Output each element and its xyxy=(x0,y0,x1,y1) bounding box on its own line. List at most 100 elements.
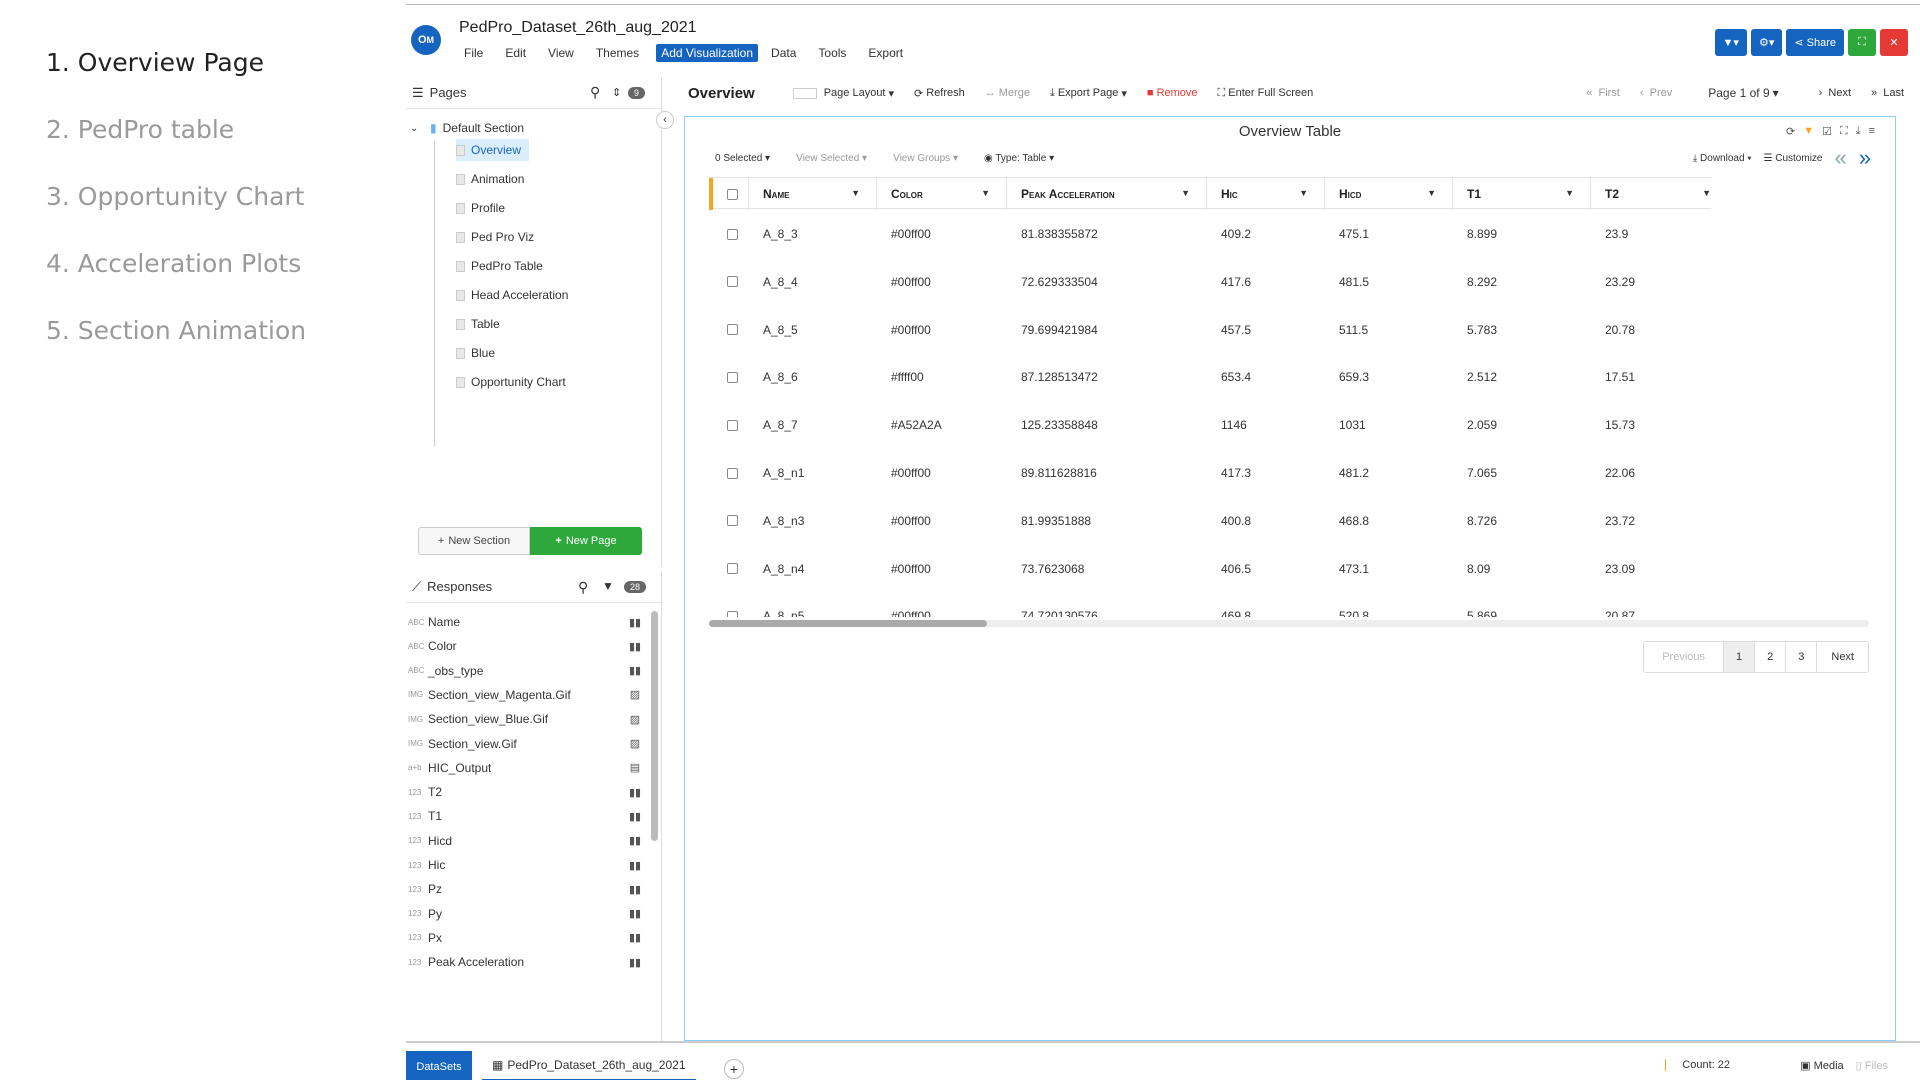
export-page-button[interactable]: ⤓ Export Page ▾ xyxy=(1050,87,1127,100)
response-item[interactable]: 123 Pz ▮▮ xyxy=(406,878,646,900)
bar-chart-icon[interactable]: ▮▮ xyxy=(624,786,646,799)
remove-button[interactable]: ■ Remove xyxy=(1147,87,1198,99)
row-checkbox[interactable] xyxy=(727,419,738,431)
response-item[interactable]: ABC Color ▮▮ xyxy=(406,635,646,657)
response-item[interactable]: IMG Section_view.Gif ▨ xyxy=(406,733,646,755)
row-checkbox[interactable] xyxy=(727,563,738,575)
row-checkbox[interactable] xyxy=(727,515,738,527)
search-icon[interactable]: ⚲ xyxy=(578,579,588,596)
bar-chart-icon[interactable]: ▮▮ xyxy=(624,616,646,629)
menu-icon[interactable]: ≡ xyxy=(1869,125,1875,138)
column-header-t1[interactable]: T1 ▼ xyxy=(1453,178,1591,210)
selected-dropdown[interactable]: 0 Selected ▾ xyxy=(715,153,770,164)
merge-button[interactable]: ↔ Merge xyxy=(985,87,1030,99)
page-item-blue[interactable]: Blue xyxy=(456,342,495,364)
table-row[interactable]: A_8_7 #A52A2A 125.23358848 1146 1031 2.059 15.… xyxy=(709,401,1711,449)
menu-themes[interactable]: Themes xyxy=(591,44,644,62)
response-item[interactable]: a+b HIC_Output ▤ xyxy=(406,757,646,779)
image-icon[interactable]: ▨ xyxy=(624,688,646,701)
column-header-t2[interactable]: T2 ▼ xyxy=(1591,178,1711,210)
table-row[interactable]: A_8_n4 #00ff00 73.7623068 406.5 473.1 8.09 23.… xyxy=(709,545,1711,593)
next-page-button[interactable]: › Next xyxy=(1819,87,1851,99)
pagination-page-2[interactable]: 2 xyxy=(1754,642,1785,672)
download-icon[interactable]: ⤓ xyxy=(1856,125,1861,138)
table-row[interactable]: A_8_3 #00ff00 81.838355872 409.2 475.1 8.899 2… xyxy=(709,210,1711,258)
bar-chart-icon[interactable]: ▮▮ xyxy=(624,931,646,944)
view-groups-dropdown[interactable]: View Groups ▾ xyxy=(893,153,958,164)
menu-export[interactable]: Export xyxy=(863,44,908,62)
checkbox-icon[interactable]: ☑ xyxy=(1822,125,1832,138)
sort-icon[interactable]: ⇕ xyxy=(612,86,621,99)
caret-down-icon[interactable]: ▼ xyxy=(1181,188,1190,198)
add-dataset-button[interactable]: + xyxy=(724,1059,744,1079)
page-item-table[interactable]: Table xyxy=(456,313,500,335)
chevron-down-icon[interactable]: ⌄ xyxy=(410,123,426,134)
filter-button[interactable]: ▼ ▾ xyxy=(1714,29,1747,56)
files-button[interactable]: ▯ Files xyxy=(1856,1059,1888,1072)
image-icon[interactable]: ▨ xyxy=(624,713,646,726)
table-hscrollbar[interactable] xyxy=(709,620,1869,627)
responses-scrollbar[interactable] xyxy=(651,611,658,841)
row-checkbox[interactable] xyxy=(727,371,738,383)
type-dropdown[interactable]: ◉ Type: Table ▾ xyxy=(984,153,1054,164)
customize-button[interactable]: ☰ Customize xyxy=(1764,153,1823,164)
page-item-animation[interactable]: Animation xyxy=(456,168,524,190)
refresh-icon[interactable]: ⟳ xyxy=(1786,125,1795,138)
bar-chart-icon[interactable]: ▮▮ xyxy=(624,834,646,847)
image-icon[interactable]: ▨ xyxy=(624,737,646,750)
prev-page-button[interactable]: ‹ Prev xyxy=(1640,87,1672,99)
dataset-file-tab[interactable]: ▦ PedPro_Dataset_26th_aug_2021 xyxy=(482,1051,696,1080)
new-page-button[interactable]: + New Page xyxy=(530,527,642,555)
scroll-right-icon[interactable]: » xyxy=(1859,147,1871,169)
response-item[interactable]: 123 T1 ▮▮ xyxy=(406,805,646,827)
download-dropdown[interactable]: ⤓ Download ▾ xyxy=(1693,153,1752,164)
page-select[interactable]: Page 1 of 9 ▾ xyxy=(1708,86,1778,100)
filter-icon[interactable]: ▼ xyxy=(1803,125,1814,138)
menu-data[interactable]: Data xyxy=(766,44,801,62)
response-item[interactable]: ABC _obs_type ▮▮ xyxy=(406,660,646,682)
row-checkbox[interactable] xyxy=(727,276,738,288)
caret-down-icon[interactable]: ▼ xyxy=(981,188,990,198)
bar-chart-icon[interactable]: ▮▮ xyxy=(624,810,646,823)
column-header-hicd[interactable]: Hicd ▼ xyxy=(1325,178,1453,210)
response-item[interactable]: 123 Px ▮▮ xyxy=(406,927,646,949)
scroll-thumb[interactable] xyxy=(709,620,987,627)
first-page-button[interactable]: « First xyxy=(1586,87,1620,99)
select-all-checkbox[interactable] xyxy=(727,188,738,200)
response-item[interactable]: IMG Section_view_Blue.Gif ▨ xyxy=(406,708,646,730)
refresh-button[interactable]: ⟳ Refresh xyxy=(914,87,965,100)
new-section-button[interactable]: + New Section xyxy=(418,527,530,555)
response-item[interactable]: 123 T2 ▮▮ xyxy=(406,781,646,803)
table-row[interactable]: A_8_n3 #00ff00 81.99351888 400.8 468.8 8.726 2… xyxy=(709,497,1711,545)
table-row[interactable]: A_8_6 #ffff00 87.128513472 653.4 659.3 2.512 1… xyxy=(709,353,1711,401)
full-screen-button[interactable]: ⛶ Enter Full Screen xyxy=(1218,87,1314,100)
pagination-page-1[interactable]: 1 xyxy=(1723,642,1755,672)
bar-chart-icon[interactable]: ▮▮ xyxy=(624,640,646,653)
menu-add-visualization[interactable]: Add Visualization xyxy=(656,44,759,62)
response-item[interactable]: ABC Name ▮▮ xyxy=(406,611,646,633)
share-button[interactable]: ⋖ Share xyxy=(1786,29,1844,56)
close-button[interactable]: ✕ xyxy=(1880,29,1908,56)
media-button[interactable]: ▣ Media xyxy=(1800,1059,1843,1072)
menu-file[interactable]: File xyxy=(459,44,488,62)
menu-view[interactable]: View xyxy=(543,44,579,62)
search-icon[interactable]: ⚲ xyxy=(590,84,600,101)
column-header-peak-acceleration[interactable]: Peak Acceleration ▼ xyxy=(1007,178,1207,210)
response-item[interactable]: 123 Hicd ▮▮ xyxy=(406,830,646,852)
view-selected-dropdown[interactable]: View Selected ▾ xyxy=(796,153,867,164)
row-checkbox[interactable] xyxy=(727,324,738,336)
response-item[interactable]: 123 Py ▮▮ xyxy=(406,903,646,925)
caret-down-icon[interactable]: ▼ xyxy=(851,188,860,198)
row-checkbox[interactable] xyxy=(727,228,738,240)
page-item-profile[interactable]: Profile xyxy=(456,197,505,219)
table-row[interactable]: A_8_n1 #00ff00 89.811628816 417.3 481.2 7.065… xyxy=(709,449,1711,497)
bar-chart-icon[interactable]: ▮▮ xyxy=(624,907,646,920)
fullscreen-button[interactable]: ⛶ xyxy=(1848,29,1876,56)
page-item-pedpro-table[interactable]: PedPro Table xyxy=(456,255,543,277)
menu-tools[interactable]: Tools xyxy=(813,44,851,62)
caret-down-icon[interactable]: ▼ xyxy=(1702,188,1711,198)
datasets-tab[interactable]: DataSets xyxy=(406,1051,472,1080)
collapse-panel-button[interactable]: ‹ xyxy=(656,111,674,129)
page-layout-button[interactable]: Page Layout ▾ xyxy=(792,87,894,100)
row-checkbox[interactable] xyxy=(727,467,738,479)
